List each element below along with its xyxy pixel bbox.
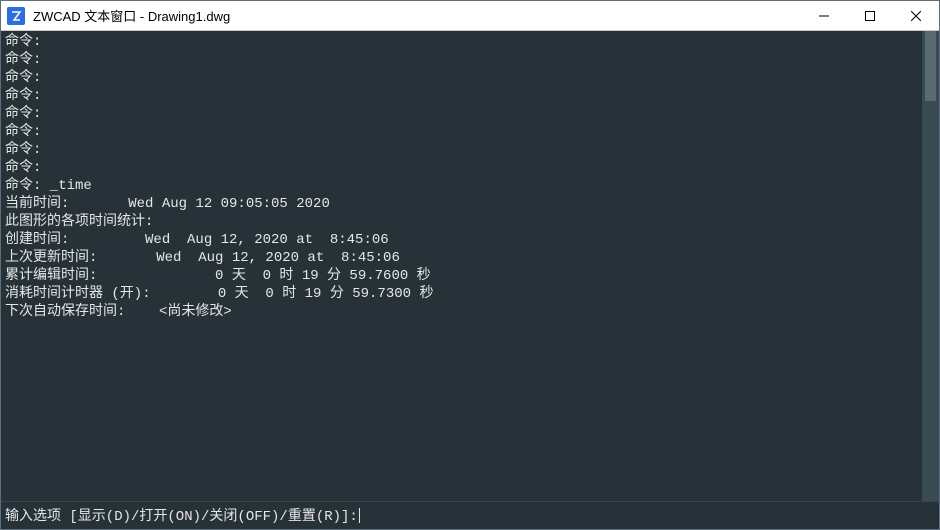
input-caret [359,508,360,523]
console-area: 命令: 命令: 命令: 命令: 命令: 命令: 命令: 命令: 命令: _tim… [1,31,939,501]
prompt-label: 输入选项 [显示(D)/打开(ON)/关闭(OFF)/重置(R)]: [5,505,358,525]
scrollbar-thumb[interactable] [925,31,936,101]
maximize-button[interactable] [847,1,893,30]
titlebar[interactable]: ZWCAD 文本窗口 - Drawing1.dwg [1,1,939,31]
zwcad-text-window: ZWCAD 文本窗口 - Drawing1.dwg 命令: 命令: 命令: 命令… [0,0,940,530]
window-title: ZWCAD 文本窗口 - Drawing1.dwg [33,6,801,25]
minimize-button[interactable] [801,1,847,30]
window-controls [801,1,939,30]
app-icon [7,7,25,25]
command-prompt-area: 输入选项 [显示(D)/打开(ON)/关闭(OFF)/重置(R)]: [1,501,939,529]
close-button[interactable] [893,1,939,30]
scrollbar[interactable] [922,31,939,501]
console-output: 命令: 命令: 命令: 命令: 命令: 命令: 命令: 命令: 命令: _tim… [1,31,922,501]
